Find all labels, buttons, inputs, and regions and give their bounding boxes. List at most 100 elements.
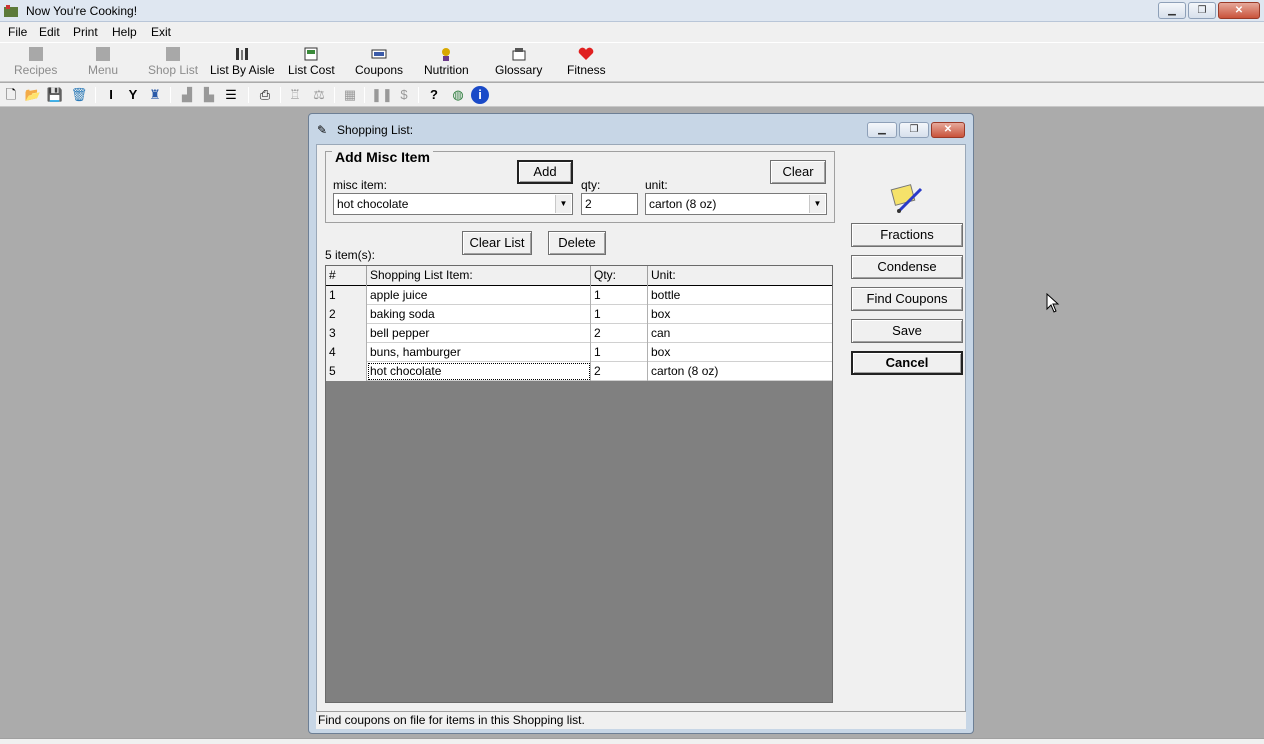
column-header-unit[interactable]: Unit: — [648, 266, 832, 286]
row-item[interactable]: apple juice — [367, 286, 591, 305]
menu-toolbar-button[interactable]: Menu — [88, 45, 118, 77]
new-icon[interactable]: 🗋 — [2, 86, 20, 104]
export-icon[interactable]: ▙ — [200, 86, 218, 104]
pause-icon[interactable]: ❚❚ — [371, 86, 393, 104]
close-button[interactable]: ✕ — [1218, 2, 1260, 19]
pencil-notepad-icon — [890, 184, 923, 213]
info-icon[interactable]: i — [471, 86, 489, 104]
glossary-icon — [512, 48, 526, 61]
cancel-button[interactable]: Cancel — [851, 351, 963, 375]
row-item[interactable]: hot chocolate — [367, 362, 591, 381]
glossary-button[interactable]: Glossary — [495, 45, 542, 77]
row-unit[interactable]: can — [648, 324, 832, 343]
coupons-button[interactable]: Coupons — [355, 45, 403, 77]
row-qty[interactable]: 1 — [591, 305, 648, 324]
recipes-icon — [28, 47, 43, 61]
chevron-down-icon[interactable]: ▼ — [809, 195, 825, 213]
qty-field[interactable]: 2 — [581, 193, 638, 215]
shopping-list-icon: ✎ — [317, 123, 328, 137]
table-row[interactable]: 1 apple juice 1 bottle — [326, 286, 832, 305]
row-qty[interactable]: 2 — [591, 362, 648, 381]
jar-icon[interactable]: ♜ — [146, 86, 164, 104]
find-coupons-button[interactable]: Find Coupons — [851, 287, 963, 311]
row-item[interactable]: bell pepper — [367, 324, 591, 343]
save-button[interactable]: Save — [851, 319, 963, 343]
column-header-number[interactable]: # — [326, 266, 367, 286]
table-row[interactable]: 2 baking soda 1 box — [326, 305, 832, 324]
shopping-list-dialog: ✎ Shopping List: ▁ ❐ ✕ Add Misc Item Add… — [308, 113, 974, 734]
save-disk-icon[interactable]: 💾 — [46, 86, 64, 104]
scale-icon[interactable]: ⚖ — [310, 86, 328, 104]
globe-icon[interactable]: ◍ — [449, 86, 467, 104]
recipes-button[interactable]: Recipes — [14, 45, 57, 77]
misc-item-combo[interactable]: hot chocolate ▼ — [333, 193, 573, 215]
row-unit[interactable]: bottle — [648, 286, 832, 305]
row-qty[interactable]: 2 — [591, 324, 648, 343]
dialog-minimize-button[interactable]: ▁ — [867, 122, 897, 138]
unit-value: carton (8 oz) — [649, 197, 717, 211]
fitness-button[interactable]: Fitness — [567, 45, 606, 77]
add-button[interactable]: Add — [517, 160, 573, 184]
delete-button[interactable]: Delete — [548, 231, 606, 255]
taskbar-strip — [0, 738, 1264, 744]
clear-list-button[interactable]: Clear List — [462, 231, 532, 255]
list-cost-button[interactable]: List Cost — [288, 45, 335, 77]
table-row[interactable]: 3 bell pepper 2 can — [326, 324, 832, 343]
menu-help[interactable]: Help — [112, 25, 137, 39]
chevron-down-icon[interactable]: ▼ — [555, 195, 571, 213]
row-item[interactable]: baking soda — [367, 305, 591, 324]
mouse-cursor-icon — [1046, 293, 1060, 313]
open-folder-icon[interactable]: 📂 — [24, 86, 42, 104]
coupons-label: Coupons — [355, 63, 404, 77]
glossary-label: Glossary — [495, 63, 543, 77]
menu-exit[interactable]: Exit — [151, 25, 171, 39]
qty-label: qty: — [581, 178, 601, 192]
shop-list-button[interactable]: Shop List — [148, 45, 198, 77]
calendar-icon[interactable]: ▦ — [341, 86, 359, 104]
menu-print[interactable]: Print — [73, 25, 98, 39]
column-header-qty[interactable]: Qty: — [591, 266, 648, 286]
clear-button[interactable]: Clear — [770, 160, 826, 184]
condense-button[interactable]: Condense — [851, 255, 963, 279]
menu-label: Menu — [88, 63, 119, 77]
fractions-button[interactable]: Fractions — [851, 223, 963, 247]
nutrition-icon — [442, 48, 451, 61]
nutrition-button[interactable]: Nutrition — [424, 45, 469, 77]
dialog-restore-button[interactable]: ❐ — [899, 122, 929, 138]
list-by-aisle-button[interactable]: List By Aisle — [210, 45, 275, 77]
shopping-list-grid[interactable]: # Shopping List Item: Qty: Unit: 1 apple… — [325, 265, 833, 703]
list-by-aisle-icon — [236, 48, 249, 60]
heart-icon — [579, 47, 594, 60]
table-row[interactable]: 5 hot chocolate 2 carton (8 oz) — [326, 362, 832, 381]
trash-icon[interactable]: 🗑 — [70, 86, 88, 104]
row-unit[interactable]: box — [648, 305, 832, 324]
qty-value: 2 — [585, 197, 592, 211]
printer-icon[interactable]: ⎙ — [256, 86, 274, 104]
add-misc-item-legend: Add Misc Item — [332, 149, 433, 165]
menu-file[interactable]: File — [8, 25, 27, 39]
row-qty[interactable]: 1 — [591, 343, 648, 362]
filter-bar-icon[interactable]: I — [102, 86, 120, 104]
dialog-close-button[interactable]: ✕ — [931, 122, 965, 138]
row-item[interactable]: buns, hamburger — [367, 343, 591, 362]
menu-edit[interactable]: Edit — [39, 25, 60, 39]
restore-button[interactable]: ❐ — [1188, 2, 1216, 19]
filter-y-icon[interactable]: Y — [124, 86, 142, 104]
dialog-title: Shopping List: — [337, 123, 414, 137]
dialog-status-bar: Find coupons on file for items in this S… — [316, 711, 966, 729]
import-icon[interactable]: ▟ — [178, 86, 196, 104]
row-qty[interactable]: 1 — [591, 286, 648, 305]
row-unit[interactable]: box — [648, 343, 832, 362]
column-header-item[interactable]: Shopping List Item: — [367, 266, 591, 286]
menu-bar: File Edit Print Help Exit — [0, 22, 1264, 42]
table-row[interactable]: 4 buns, hamburger 1 box — [326, 343, 832, 362]
nutrition-label: Nutrition — [424, 63, 469, 77]
help-question-icon[interactable]: ? — [425, 86, 443, 104]
dollar-icon[interactable]: $ — [395, 86, 413, 104]
list-edit-icon[interactable]: ☰ — [222, 86, 240, 104]
unit-combo[interactable]: carton (8 oz) ▼ — [645, 193, 827, 215]
row-unit[interactable]: carton (8 oz) — [648, 362, 832, 381]
secondary-toolbar: 🗋 📂 💾 🗑 I Y ♜ ▟ ▙ ☰ ⎙ ♖ ⚖ ▦ ❚❚ $ ? ◍ i — [0, 83, 1264, 107]
chef-hat-icon[interactable]: ♖ — [286, 86, 304, 104]
minimize-button[interactable]: ▁ — [1158, 2, 1186, 19]
